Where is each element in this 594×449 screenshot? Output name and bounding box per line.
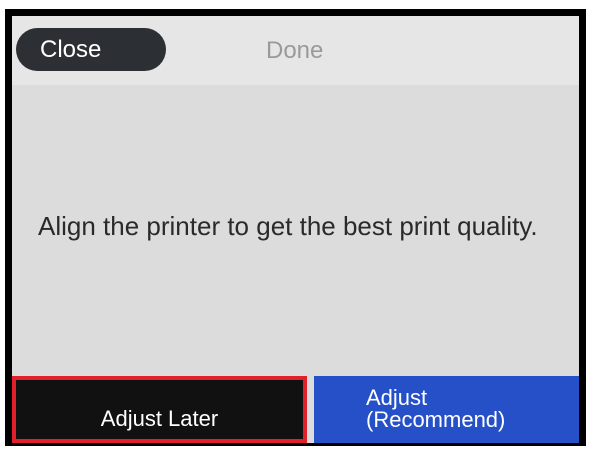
printer-display-frame: Close Done Align the printer to get the …: [5, 9, 586, 446]
adjust-recommend-button[interactable]: Adjust (Recommend): [314, 376, 579, 443]
action-bar: Adjust Later Adjust (Recommend): [12, 376, 579, 443]
header-title: Done: [266, 37, 324, 64]
adjust-label: Adjust: [366, 385, 428, 410]
close-button[interactable]: Close: [16, 28, 166, 71]
recommend-label: (Recommend): [366, 407, 506, 432]
alignment-message: Align the printer to get the best print …: [38, 211, 538, 241]
printer-screen: Close Done Align the printer to get the …: [12, 16, 579, 443]
adjust-later-button[interactable]: Adjust Later: [12, 376, 307, 443]
header-bar: Close Done: [12, 16, 579, 85]
